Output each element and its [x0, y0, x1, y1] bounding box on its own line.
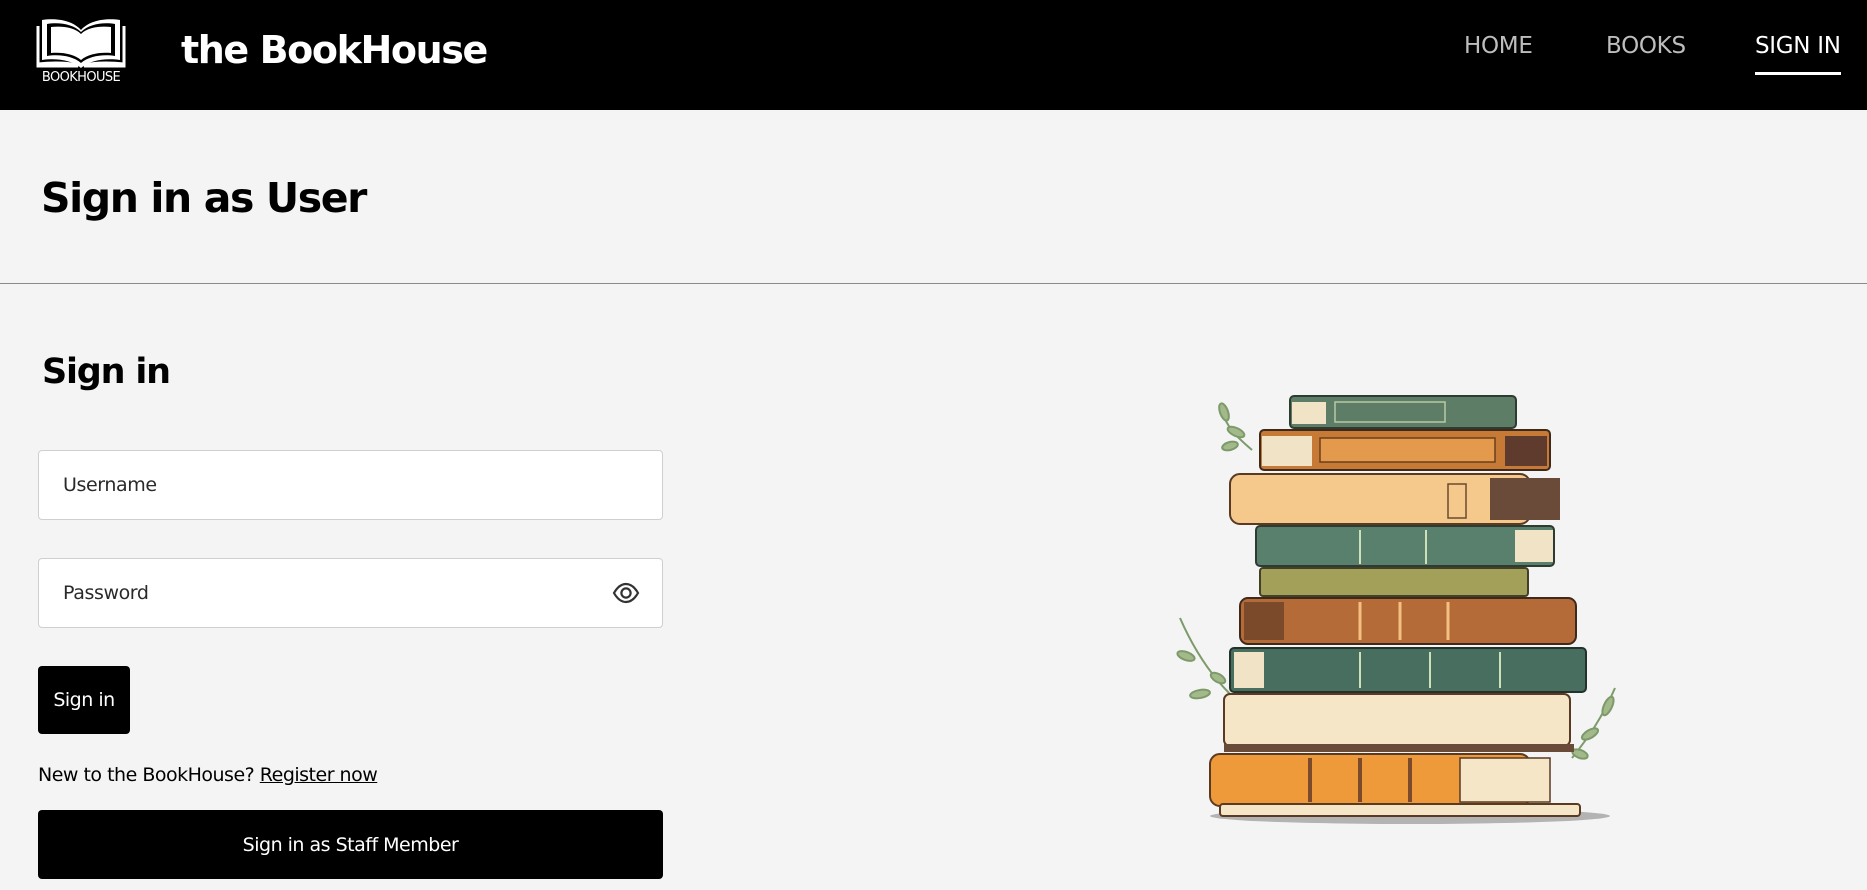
password-field[interactable]	[38, 558, 663, 628]
page-title: Sign in as User	[41, 174, 367, 222]
sign-in-heading: Sign in	[42, 352, 171, 392]
top-navbar: BOOKHOUSE the BookHouse HOME BOOKS SIGN …	[0, 0, 1867, 110]
username-field[interactable]	[38, 450, 663, 520]
open-book-icon	[36, 19, 126, 68]
password-input[interactable]	[63, 559, 583, 627]
register-now-link[interactable]: Register now	[260, 764, 378, 786]
staff-sign-in-button[interactable]: Sign in as Staff Member	[38, 810, 663, 879]
nav-sign-in-label: SIGN IN	[1755, 33, 1841, 59]
nav-books[interactable]: BOOKS	[1606, 30, 1686, 62]
username-input[interactable]	[63, 451, 583, 519]
site-title[interactable]: the BookHouse	[181, 26, 488, 74]
bookhouse-logo[interactable]: BOOKHOUSE	[34, 14, 128, 86]
nav-sign-in[interactable]: SIGN IN	[1755, 30, 1841, 75]
register-prompt-text: New to the BookHouse?	[38, 764, 255, 786]
eye-icon[interactable]	[612, 581, 640, 605]
page-header: Sign in as User	[0, 110, 1867, 284]
nav-home[interactable]: HOME	[1464, 30, 1533, 62]
active-nav-underline	[1755, 72, 1841, 75]
register-prompt: New to the BookHouse? Register now	[38, 762, 378, 788]
sign-in-button[interactable]: Sign in	[38, 666, 130, 734]
logo-text: BOOKHOUSE	[41, 70, 121, 85]
book-stack-illustration	[1160, 388, 1630, 828]
